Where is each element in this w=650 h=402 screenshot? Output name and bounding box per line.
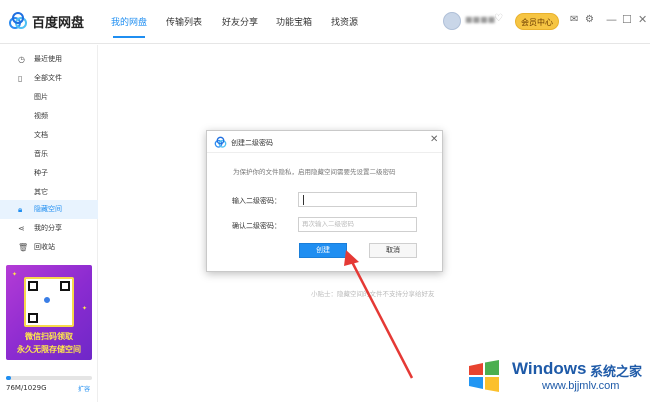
dialog-title: 创建二级密码	[231, 139, 273, 147]
sidebar-item-recycle-bin[interactable]: 🗑︎ 回收站	[0, 238, 98, 257]
sidebar-item-label: 种子	[34, 169, 48, 177]
qr-corner	[28, 281, 38, 291]
windows-logo-icon	[469, 360, 499, 392]
sidebar-item-label: 音乐	[34, 150, 48, 158]
close-window-button[interactable]: ✕	[638, 13, 647, 26]
tab-toolbox[interactable]: 功能宝箱	[276, 15, 312, 28]
vip-center-button[interactable]: 会员中心	[515, 13, 559, 30]
sidebar-item-label: 全部文件	[34, 74, 62, 82]
storage-usage-text: 76M/1029G	[6, 384, 47, 392]
create-password-dialog: 创建二级密码 ✕ 为保护你的文件隐私，启用隐藏空间需要先设置二级密码 输入二级密…	[206, 130, 443, 272]
sidebar-item-hidden-space[interactable]: 🔒︎ 隐藏空间	[0, 200, 98, 219]
sidebar-item-videos[interactable]: 视频	[0, 107, 98, 126]
tab-my-netdisk[interactable]: 我的网盘	[111, 15, 147, 28]
gear-icon[interactable]: ⚙	[585, 14, 594, 25]
qr-corner	[60, 281, 70, 291]
mail-icon[interactable]: ✉	[570, 14, 578, 25]
file-icon: ▯	[18, 74, 23, 83]
sidebar-item-recent[interactable]: ◷ 最近使用	[0, 50, 98, 69]
sidebar: ◷ 最近使用 ▯ 全部文件 图片 视频 文档 音乐 种子 其它 🔒︎ 隐藏空间 …	[0, 45, 98, 402]
sparkle-icon: ✦	[82, 305, 88, 312]
promo-banner[interactable]: ✦ ✦ 微信扫码领取 永久无限存储空间	[6, 265, 92, 360]
avatar[interactable]	[443, 12, 461, 30]
heart-icon[interactable]: ♡	[494, 13, 503, 24]
password-input[interactable]	[298, 192, 417, 207]
tab-friend-share[interactable]: 好友分享	[222, 15, 258, 28]
sidebar-item-torrents[interactable]: 种子	[0, 164, 98, 183]
hidden-space-tip: 小贴士：隐藏空间的文件不支持分享给好友	[311, 290, 435, 298]
sidebar-item-label: 图片	[34, 93, 48, 101]
qr-corner	[28, 313, 38, 323]
storage-progress-bar	[6, 376, 92, 380]
sidebar-item-all-files[interactable]: ▯ 全部文件	[0, 69, 98, 88]
active-tab-indicator	[113, 36, 145, 38]
sidebar-item-label: 文档	[34, 131, 48, 139]
minimize-button[interactable]: —	[606, 13, 617, 26]
sparkle-icon: ✦	[12, 271, 18, 278]
sidebar-item-my-shares[interactable]: ⋖ 我的分享	[0, 219, 98, 238]
baidu-netdisk-logo-icon	[9, 12, 27, 29]
watermark-url: www.bjjmlv.com	[542, 380, 620, 392]
maximize-button[interactable]: ☐	[622, 13, 632, 26]
dialog-description: 为保护你的文件隐私，启用隐藏空间需要先设置二级密码	[233, 168, 396, 176]
watermark: Windows 系统之家 www.bjjmlv.com	[462, 354, 650, 402]
dialog-title-bar: 创建二级密码 ✕	[207, 131, 442, 153]
confirm-password-label: 确认二级密码：	[232, 222, 281, 230]
lock-icon: 🔒︎	[18, 205, 23, 214]
sidebar-item-images[interactable]: 图片	[0, 88, 98, 107]
share-icon: ⋖	[18, 224, 25, 233]
baidu-netdisk-logo-icon	[214, 136, 227, 148]
tab-find-resources[interactable]: 找资源	[331, 15, 358, 28]
promo-line-2: 永久无限存储空间	[17, 345, 81, 354]
promo-line-1: 微信扫码领取	[25, 332, 73, 341]
sidebar-item-label: 视频	[34, 112, 48, 120]
sidebar-item-label: 我的分享	[34, 224, 62, 232]
cancel-button[interactable]: 取消	[369, 243, 417, 258]
tab-transfer-list[interactable]: 传输列表	[166, 15, 202, 28]
expand-storage-link[interactable]: 扩容	[78, 384, 90, 393]
storage-progress-fill	[6, 376, 12, 380]
sidebar-item-label: 回收站	[34, 243, 55, 251]
app-name: 百度网盘	[32, 16, 85, 31]
password-label: 输入二级密码：	[232, 197, 281, 205]
top-bar: 百度网盘 我的网盘 传输列表 好友分享 功能宝箱 找资源 ■■■■ ♡ 会员中心…	[0, 0, 650, 44]
sidebar-item-documents[interactable]: 文档	[0, 126, 98, 145]
close-icon[interactable]: ✕	[430, 134, 438, 145]
create-button[interactable]: 创建	[299, 243, 347, 258]
trash-icon: 🗑︎	[18, 243, 29, 252]
text-caret	[303, 195, 304, 205]
qr-logo-icon	[43, 296, 51, 304]
sidebar-item-label: 隐藏空间	[34, 205, 62, 213]
watermark-title: Windows	[512, 359, 587, 378]
confirm-password-input[interactable]: 再次输入二级密码	[298, 217, 417, 232]
sidebar-item-music[interactable]: 音乐	[0, 145, 98, 164]
sidebar-item-label: 最近使用	[34, 55, 62, 63]
qr-code	[24, 277, 74, 327]
clock-icon: ◷	[18, 55, 25, 64]
username-blurred[interactable]: ■■■■	[465, 15, 495, 24]
watermark-title-2: 系统之家	[590, 365, 643, 380]
